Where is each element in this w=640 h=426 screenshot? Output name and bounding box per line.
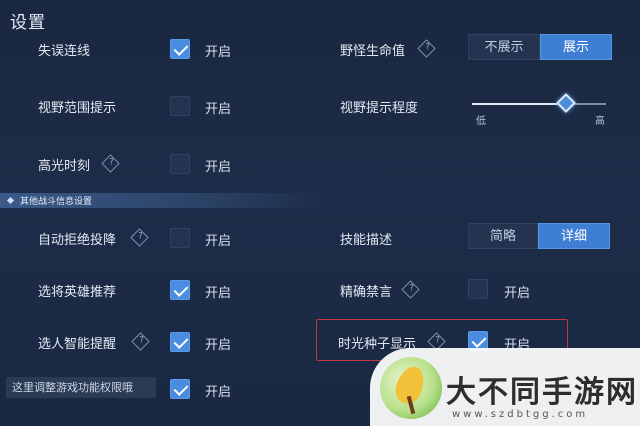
info-icon[interactable]: ? bbox=[130, 228, 149, 247]
highlight-moment-checkbox[interactable] bbox=[170, 154, 190, 174]
highlight-moment-state: 开启 bbox=[205, 160, 232, 175]
skill-description-option-detailed[interactable]: 详细 bbox=[538, 223, 610, 249]
info-icon[interactable]: ? bbox=[417, 39, 436, 58]
info-icon[interactable]: ? bbox=[101, 154, 120, 173]
precise-mute-label: 精确禁言 bbox=[340, 285, 393, 300]
hero-recommend-state: 开启 bbox=[205, 286, 232, 301]
skill-description-label: 技能描述 bbox=[340, 233, 393, 248]
monster-hp-option-hide[interactable]: 不展示 bbox=[468, 34, 540, 60]
vision-level-min-label: 低 bbox=[476, 116, 486, 127]
smart-reminder-label: 选人智能提醒 bbox=[38, 337, 117, 352]
precise-mute-state: 开启 bbox=[504, 286, 531, 301]
precise-mute-checkbox[interactable] bbox=[468, 279, 488, 299]
smart-reminder-checkbox[interactable] bbox=[170, 332, 190, 352]
bottom-row-checkbox[interactable] bbox=[170, 379, 190, 399]
vision-level-slider-handle[interactable] bbox=[555, 93, 576, 113]
section-title: 其他战斗信息设置 bbox=[20, 197, 93, 207]
permission-tooltip: 这里调整游戏功能权限哦 bbox=[6, 377, 156, 398]
info-icon[interactable]: ? bbox=[131, 332, 150, 351]
monster-hp-label: 野怪生命值 bbox=[340, 44, 406, 59]
monster-hp-option-show[interactable]: 展示 bbox=[540, 34, 612, 60]
page-title: 设置 bbox=[10, 13, 46, 33]
auto-reject-surrender-checkbox[interactable] bbox=[170, 228, 190, 248]
vision-level-label: 视野提示程度 bbox=[340, 101, 419, 116]
info-icon[interactable]: ? bbox=[401, 280, 420, 299]
hero-recommend-checkbox[interactable] bbox=[170, 280, 190, 300]
auto-reject-surrender-label: 自动拒绝投降 bbox=[38, 233, 117, 248]
vision-range-checkbox[interactable] bbox=[170, 96, 190, 116]
bottom-row-state: 开启 bbox=[205, 385, 232, 400]
watermark-url: www.szdbtgg.com bbox=[452, 409, 589, 420]
highlight-moment-label: 高光时刻 bbox=[38, 159, 91, 174]
hero-recommend-label: 选将英雄推荐 bbox=[38, 285, 117, 300]
vision-level-slider-fill bbox=[472, 103, 566, 105]
vision-range-label: 视野范围提示 bbox=[38, 101, 117, 116]
vision-range-state: 开启 bbox=[205, 102, 232, 117]
missed-connection-label: 失误连线 bbox=[38, 44, 91, 59]
auto-reject-surrender-state: 开启 bbox=[205, 234, 232, 249]
vision-level-max-label: 高 bbox=[595, 116, 605, 127]
skill-description-option-brief[interactable]: 简略 bbox=[468, 223, 538, 249]
smart-reminder-state: 开启 bbox=[205, 338, 232, 353]
watermark-brand: 大不同手游网 bbox=[446, 375, 638, 410]
missed-connection-checkbox[interactable] bbox=[170, 39, 190, 59]
missed-connection-state: 开启 bbox=[205, 45, 232, 60]
